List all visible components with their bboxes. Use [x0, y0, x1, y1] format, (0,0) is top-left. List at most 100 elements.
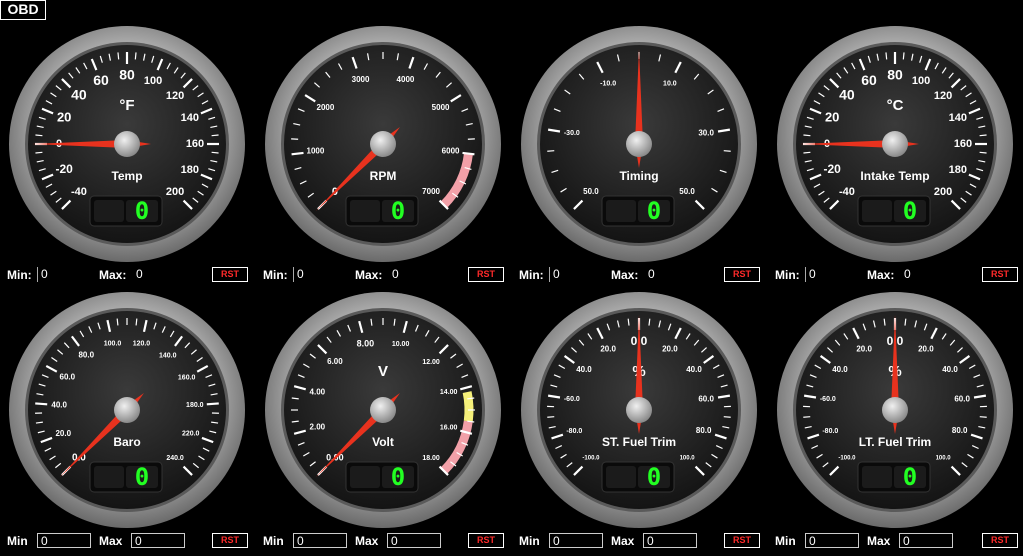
gauge-tick-label: -60.0	[564, 396, 580, 403]
gauge-tick-label: 40.0	[686, 365, 702, 374]
gauge-tick-label: 2.00	[310, 423, 326, 432]
gauge-minor-tick	[135, 318, 138, 326]
stats-timing: Min: 0 Max: 0 RST	[519, 266, 764, 284]
reset-button[interactable]: RST	[212, 533, 248, 548]
gauge-title: Intake Temp	[860, 169, 929, 183]
min-label: Min	[519, 534, 540, 548]
gauge-minor-tick	[723, 150, 731, 152]
digital-cell	[94, 466, 124, 488]
gauge-tick-label: 4.00	[310, 388, 326, 397]
gauge-tick-label: 120	[934, 90, 952, 102]
min-value: 0	[805, 533, 859, 548]
gauge-title: LT. Fuel Trim	[859, 435, 931, 449]
gauge-tick-label: 8.00	[357, 339, 375, 349]
max-label: Max	[99, 534, 123, 548]
min-label: Min:	[775, 268, 800, 282]
gauge-st-fuel-trim: -100.0-80.0-60.040.020.00.020.040.060.08…	[519, 290, 759, 530]
reset-button[interactable]: RST	[212, 267, 248, 282]
gauge-tick-label: 50.0	[583, 187, 599, 196]
min-label: Min	[7, 534, 28, 548]
gauge-tick-label: 7000	[422, 187, 440, 196]
gauge-tick-label: 3000	[352, 75, 370, 84]
gauge-minor-tick	[134, 52, 137, 60]
gauge-tick-label: 40	[71, 87, 87, 103]
gauge-minor-tick	[904, 318, 907, 326]
gauge-tick-label: 200	[934, 186, 952, 198]
digital-value: 0	[647, 463, 661, 491]
gauge-svg: 0.002.004.006.008.0010.0012.0014.0016.00…	[265, 292, 501, 528]
gauge-tick-label: 140	[181, 112, 199, 124]
gauge-tick-label: 80.0	[696, 426, 712, 435]
gauge-hub	[626, 131, 652, 157]
gauge-minor-tick	[803, 134, 811, 137]
gauge-minor-tick	[547, 416, 555, 418]
max-label: Max	[611, 534, 635, 548]
max-value: 0	[648, 267, 655, 281]
digital-value: 0	[391, 197, 405, 225]
gauge-unit: °F	[119, 97, 134, 114]
digital-value: 0	[135, 463, 149, 491]
gauge-tick-label: 30.0	[698, 128, 714, 137]
gauge-minor-tick	[883, 318, 886, 326]
gauge-tick-label: 10.00	[392, 341, 410, 348]
digital-cell	[350, 466, 380, 488]
gauge-minor-tick	[211, 134, 219, 137]
digital-cell	[606, 200, 636, 222]
gauge-temp: -40-20020406080100120140160180200°FTemp0	[7, 24, 247, 264]
stats-baro: Min 0 Max 0 RST	[7, 532, 252, 550]
reset-button[interactable]: RST	[468, 533, 504, 548]
gauge-hub	[370, 131, 396, 157]
max-value: 0	[392, 267, 399, 281]
gauge-tick-label: 2000	[317, 103, 335, 112]
gauge-minor-tick	[803, 151, 811, 154]
gauge-title: ST. Fuel Trim	[602, 435, 676, 449]
min-label: Min	[263, 534, 284, 548]
max-label: Max	[355, 534, 379, 548]
gauge-tick-label: -40	[71, 186, 87, 198]
gauge-volt: 0.002.004.006.008.0010.0012.0014.0016.00…	[263, 290, 503, 530]
digital-value: 0	[647, 197, 661, 225]
gauge-minor-tick	[723, 416, 731, 418]
gauge-tick-label: 1000	[307, 147, 325, 156]
min-value: 0	[549, 533, 603, 548]
gauge-tick-label: 40.0	[576, 365, 592, 374]
gauge-tick-label: 12.00	[422, 359, 440, 366]
gauge-tick-label: 80.0	[952, 426, 968, 435]
min-value: 0	[805, 267, 845, 282]
reset-button[interactable]: RST	[468, 267, 504, 282]
gauge-timing: 50.0 -30.0 -10.0 10.0 30.0 50.0 Timing 0	[519, 24, 759, 264]
reset-button[interactable]: RST	[982, 267, 1018, 282]
reset-button[interactable]: RST	[724, 267, 760, 282]
digital-cell	[862, 466, 892, 488]
max-value: 0	[643, 533, 697, 548]
gauge-caution-zone	[462, 391, 474, 422]
gauge-hub	[882, 397, 908, 423]
gauge-tick-label: 240.0	[166, 455, 184, 462]
gauge-hub	[114, 397, 140, 423]
gauge-hub	[882, 131, 908, 157]
gauge-tick-label: 100.0	[680, 456, 696, 462]
gauge-minor-tick	[885, 52, 888, 60]
gauge-svg: -100.0-80.0-60.040.020.00.020.040.060.08…	[777, 292, 1013, 528]
gauge-tick-label: -20	[824, 162, 842, 176]
stats-volt: Min 0 Max 0 RST	[263, 532, 508, 550]
reset-button[interactable]: RST	[724, 533, 760, 548]
gauge-tick-label: 100	[912, 75, 930, 87]
gauge-major-tick	[206, 402, 219, 406]
reset-button[interactable]: RST	[982, 533, 1018, 548]
gauge-tick-label: 20.0	[55, 429, 71, 438]
max-value: 0	[904, 267, 911, 281]
obd-button[interactable]: OBD	[0, 0, 46, 20]
gauge-minor-tick	[117, 52, 120, 60]
gauge-intake-temp: -40 -20 0 2040 60 80 100 120 140 160 180 200 °C Intak…	[775, 24, 1015, 264]
gauge-svg: -40-20020406080100120140160180200°FTemp0	[9, 26, 245, 262]
gauge-minor-tick	[547, 150, 555, 152]
gauge-tick-label: 60	[861, 72, 877, 88]
gauge-tick-label: 18.00	[422, 455, 440, 462]
gauge-minor-tick	[979, 151, 987, 154]
max-value: 0	[387, 533, 441, 548]
digital-value: 0	[903, 463, 917, 491]
gauge-tick-label: -20	[56, 162, 74, 176]
gauge-tick-label: 20.0	[600, 345, 616, 354]
gauge-tick-label: 160.0	[178, 374, 196, 381]
